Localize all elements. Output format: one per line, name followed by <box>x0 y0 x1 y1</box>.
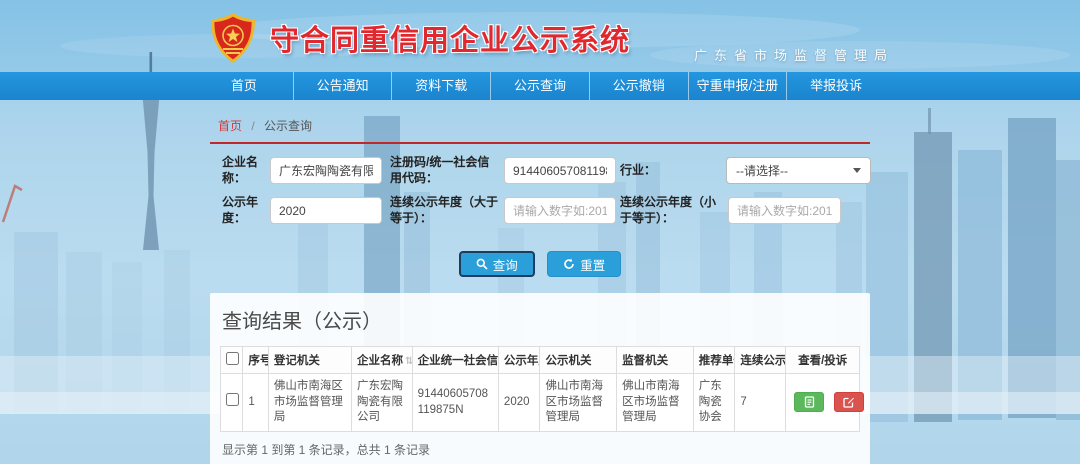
years-lte-input[interactable] <box>728 197 841 224</box>
view-button[interactable] <box>794 392 824 412</box>
publicity-year-label: 公示年度： <box>222 195 268 226</box>
col-publicity-year: 公示年度 <box>498 347 540 374</box>
company-name-label: 企业名称： <box>222 155 268 186</box>
nav-item-publicity-revoke[interactable]: 公示撤销 <box>589 72 688 100</box>
reset-button-label: 重置 <box>580 255 605 274</box>
field-publicity-year: 公示年度： <box>222 195 382 226</box>
site-title: 守合同重信用企业公示系统 <box>270 17 630 59</box>
cell-registration-org: 佛山市南海区市场监督管理局 <box>268 374 351 432</box>
reset-button[interactable]: 重置 <box>547 251 621 277</box>
cell-credit-code: 91440605708119875N <box>412 374 498 432</box>
col-recommender: 推荐单位 <box>693 347 735 374</box>
cell-recommender: 广东陶瓷协会 <box>693 374 735 432</box>
years-lte-label: 连续公示年度（小于等于）： <box>620 195 726 226</box>
cell-supervision-org: 佛山市南海区市场监督管理局 <box>617 374 694 432</box>
years-gte-label: 连续公示年度（大于等于）： <box>390 195 502 226</box>
col-supervision-org: 监督机关 <box>617 347 694 374</box>
cell-company-name: 广东宏陶陶瓷有限公司 <box>351 374 412 432</box>
results-title: 查询结果（公示） <box>222 305 860 334</box>
field-company-name: 企业名称： <box>222 155 382 186</box>
company-name-input[interactable] <box>270 157 382 184</box>
field-years-lte: 连续公示年度（小于等于）： <box>620 195 841 226</box>
row-checkbox-cell <box>221 374 243 432</box>
select-all-checkbox[interactable] <box>226 352 239 365</box>
search-form: 企业名称： 注册码/统一社会信用代码： 行业： --请选择-- <box>210 155 870 277</box>
edit-icon <box>843 396 855 408</box>
nav-item-declare-register[interactable]: 守重申报/注册 <box>688 72 787 100</box>
col-actions: 查看/投诉 <box>786 347 860 374</box>
document-icon <box>804 396 815 408</box>
cell-actions <box>786 374 860 432</box>
results-panel: 查询结果（公示） 序号 登记机关 <box>210 293 870 464</box>
credit-code-input[interactable] <box>504 157 616 184</box>
cell-consecutive-years: 7 <box>735 374 786 432</box>
breadcrumb-current: 公示查询 <box>264 119 312 133</box>
cell-publicity-org: 佛山市南海区市场监督管理局 <box>540 374 617 432</box>
table-header-row: 序号 登记机关 企业名称⇅ 企业统一社会信用代码 公示年度 公示机关 监督机关 … <box>221 347 860 374</box>
field-years-gte: 连续公示年度（大于等于）： <box>390 195 616 226</box>
nav-item-report-complaint[interactable]: 举报投诉 <box>786 72 885 100</box>
publicity-year-input[interactable] <box>270 197 382 224</box>
page: 守合同重信用企业公示系统 广东省市场监督管理局 首页 公告通知 资料下载 公示查… <box>0 0 1080 464</box>
field-credit-code: 注册码/统一社会信用代码： <box>390 155 616 186</box>
org-name: 广东省市场监督管理局 <box>694 45 894 64</box>
content-container: 首页 / 公示查询 企业名称： 注册码/统一社会信用代码： 行业： <box>195 100 885 464</box>
chevron-down-icon <box>853 168 861 173</box>
results-table: 序号 登记机关 企业名称⇅ 企业统一社会信用代码 公示年度 公示机关 监督机关 … <box>220 346 860 432</box>
col-publicity-org: 公示机关 <box>540 347 617 374</box>
industry-select-value: --请选择-- <box>736 162 788 179</box>
nav-item-downloads[interactable]: 资料下载 <box>391 72 490 100</box>
field-industry: 行业： --请选择-- <box>620 157 871 184</box>
site-header: 守合同重信用企业公示系统 广东省市场监督管理局 <box>0 0 1080 72</box>
form-buttons-row: 查询 重置 <box>210 251 870 277</box>
refresh-icon <box>563 258 575 270</box>
main-area: 首页 / 公示查询 企业名称： 注册码/统一社会信用代码： 行业： <box>0 100 1080 464</box>
col-company-name-label: 企业名称 <box>357 355 403 367</box>
col-credit-code: 企业统一社会信用代码 <box>412 347 498 374</box>
header-checkbox-cell <box>221 347 243 374</box>
form-row-2: 公示年度： 连续公示年度（大于等于）： 连续公示年度（小于等于）： <box>210 195 870 226</box>
sort-icon[interactable]: ⇅ <box>405 356 412 367</box>
industry-select[interactable]: --请选择-- <box>726 157 871 184</box>
breadcrumb-home-link[interactable]: 首页 <box>218 119 242 133</box>
nav-item-announcements[interactable]: 公告通知 <box>293 72 392 100</box>
main-nav: 首页 公告通知 资料下载 公示查询 公示撤销 守重申报/注册 举报投诉 <box>0 72 1080 100</box>
form-row-1: 企业名称： 注册码/统一社会信用代码： 行业： --请选择-- <box>210 155 870 186</box>
search-icon <box>476 258 488 270</box>
industry-label: 行业： <box>620 163 726 179</box>
search-button[interactable]: 查询 <box>459 251 535 277</box>
nav-inner: 首页 公告通知 资料下载 公示查询 公示撤销 守重申报/注册 举报投诉 <box>195 72 885 100</box>
cell-publicity-year: 2020 <box>498 374 540 432</box>
col-registration-org: 登记机关 <box>268 347 351 374</box>
row-checkbox[interactable] <box>226 393 239 406</box>
col-seq: 序号 <box>243 347 269 374</box>
gov-emblem-logo <box>206 11 260 65</box>
credit-code-label: 注册码/统一社会信用代码： <box>390 155 502 186</box>
cell-seq: 1 <box>243 374 269 432</box>
pagination-summary: 显示第 1 到第 1 条记录，总共 1 条记录 <box>220 441 860 458</box>
breadcrumb: 首页 / 公示查询 <box>210 100 870 144</box>
search-button-label: 查询 <box>493 255 518 274</box>
complaint-button[interactable] <box>834 392 864 412</box>
brand: 守合同重信用企业公示系统 <box>206 11 630 65</box>
nav-item-home[interactable]: 首页 <box>195 72 293 100</box>
table-row: 1 佛山市南海区市场监督管理局 广东宏陶陶瓷有限公司 9144060570811… <box>221 374 860 432</box>
years-gte-input[interactable] <box>504 197 616 224</box>
col-company-name: 企业名称⇅ <box>351 347 412 374</box>
breadcrumb-separator: / <box>251 119 254 133</box>
nav-item-publicity-query[interactable]: 公示查询 <box>490 72 589 100</box>
col-consecutive-years: 连续公示年度 <box>735 347 786 374</box>
